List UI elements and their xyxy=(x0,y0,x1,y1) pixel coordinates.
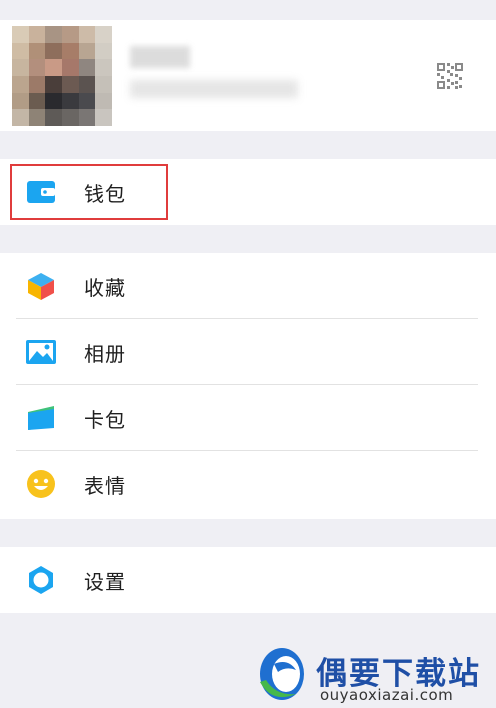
avatar[interactable] xyxy=(12,26,112,126)
profile-header[interactable] xyxy=(0,20,496,131)
profile-name-blurred xyxy=(130,46,190,68)
avatar-pixel xyxy=(78,75,96,93)
avatar-pixel xyxy=(45,59,62,76)
avatar-pixel xyxy=(12,42,29,60)
menu-item-wallet[interactable]: 钱包 xyxy=(0,159,496,225)
avatar-pixel xyxy=(61,59,79,76)
avatar-pixel xyxy=(45,109,62,126)
avatar-pixel xyxy=(45,26,62,43)
cube-icon xyxy=(24,269,58,303)
avatar-pixel xyxy=(78,109,96,126)
avatar-pixel xyxy=(95,92,112,110)
avatar-pixel xyxy=(95,59,112,76)
avatar-pixel xyxy=(28,42,46,60)
avatar-pixel xyxy=(61,75,79,93)
qr-code-icon[interactable] xyxy=(436,62,464,90)
menu-item-label: 卡包 xyxy=(84,407,126,432)
menu-group-settings: 设置 xyxy=(0,547,496,613)
avatar-pixel xyxy=(61,109,79,126)
avatar-pixel xyxy=(61,26,79,43)
avatar-pixel xyxy=(45,92,62,110)
avatar-pixel xyxy=(45,42,62,60)
menu-item-label: 相册 xyxy=(84,341,126,366)
avatar-pixel xyxy=(78,59,96,76)
profile-id-blurred xyxy=(130,80,298,98)
menu-item-album[interactable]: 相册 xyxy=(0,319,496,385)
menu-item-label: 设置 xyxy=(84,569,126,594)
watermark: 偶要下载站 ouyaoxiazai.com xyxy=(252,642,492,708)
avatar-pixel xyxy=(28,59,46,76)
avatar-pixel xyxy=(45,75,62,93)
avatar-pixel xyxy=(12,109,29,126)
avatar-pixel xyxy=(61,42,79,60)
avatar-pixel xyxy=(78,26,96,43)
avatar-pixel xyxy=(95,75,112,93)
watermark-url: ouyaoxiazai.com xyxy=(320,686,454,704)
menu-item-label: 收藏 xyxy=(84,275,126,300)
avatar-pixel xyxy=(78,92,96,110)
avatar-pixel xyxy=(28,109,46,126)
watermark-logo-icon xyxy=(260,648,304,700)
card-icon xyxy=(24,401,58,435)
avatar-pixel xyxy=(28,75,46,93)
wallet-icon xyxy=(24,175,58,209)
picture-icon xyxy=(24,335,58,369)
avatar-pixel xyxy=(28,26,46,43)
avatar-pixel xyxy=(61,92,79,110)
avatar-pixel xyxy=(12,59,29,76)
avatar-pixel xyxy=(12,26,29,43)
avatar-pixel xyxy=(12,75,29,93)
menu-group-content: 收藏 相册 卡包 表情 xyxy=(0,253,496,519)
menu-group-wallet: 钱包 xyxy=(0,159,496,225)
menu-item-settings[interactable]: 设置 xyxy=(0,547,496,613)
smiley-icon xyxy=(24,467,58,501)
avatar-pixel xyxy=(95,109,112,126)
avatar-pixel xyxy=(78,42,96,60)
me-page: 钱包 收藏 相册 卡包 表情 设置 偶要下载站 ouyaoxiazai.com xyxy=(0,0,496,708)
menu-item-favorites[interactable]: 收藏 xyxy=(0,253,496,319)
menu-item-label: 钱包 xyxy=(84,181,126,206)
menu-item-label: 表情 xyxy=(84,473,126,498)
menu-item-cards[interactable]: 卡包 xyxy=(0,385,496,451)
avatar-pixel xyxy=(12,92,29,110)
avatar-pixel xyxy=(28,92,46,110)
avatar-pixel xyxy=(95,42,112,60)
gear-icon xyxy=(24,563,58,597)
avatar-pixel xyxy=(95,26,112,43)
menu-item-stickers[interactable]: 表情 xyxy=(0,451,496,517)
